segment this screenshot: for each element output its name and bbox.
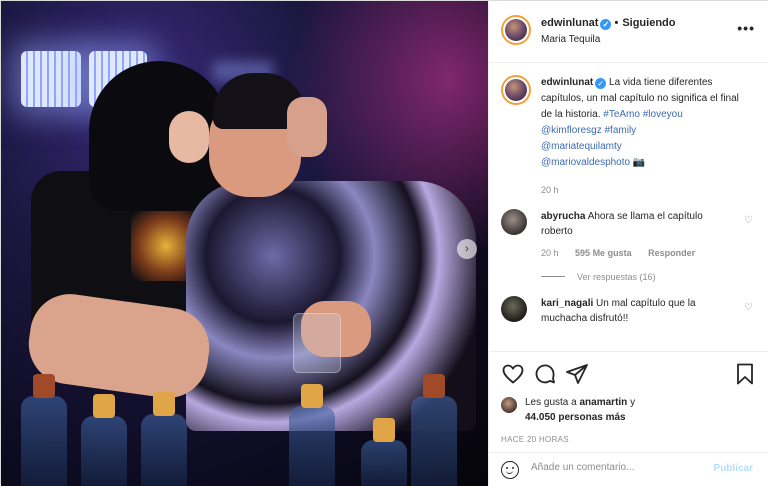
follow-status-button[interactable]: Siguiendo <box>622 17 675 29</box>
photo-bottle <box>289 406 335 486</box>
likes-conjunction: y <box>630 397 636 408</box>
likes-summary: Les gusta a anamartin y 44.050 personas … <box>501 395 757 444</box>
photo-bottle <box>21 396 67 486</box>
likes-count-button[interactable]: 44.050 personas más <box>525 412 626 423</box>
like-heart-icon[interactable] <box>501 362 525 386</box>
like-comment-heart-icon[interactable]: ♡ <box>744 215 753 226</box>
photo-bottle-cap <box>93 394 115 418</box>
hashtag-link[interactable]: #TeAmo <box>603 109 640 120</box>
post-photo[interactable]: › <box>1 1 488 486</box>
next-photo-arrow-icon[interactable]: › <box>457 239 477 259</box>
comment-item: kari_nagali Un mal capítulo que la mucha… <box>501 296 757 326</box>
mention-link[interactable]: @kimfloresgz <box>541 125 602 136</box>
photo-bottle <box>81 416 127 486</box>
hashtag-link[interactable]: #loveyou <box>643 109 683 120</box>
comment-meta: 20 h 595 Me gusta Responder <box>541 248 757 258</box>
view-replies-label: Ver respuestas (16) <box>577 272 656 282</box>
caption-time[interactable]: 20 h <box>541 185 757 195</box>
save-bookmark-icon[interactable] <box>733 362 757 386</box>
mention-link[interactable]: @mariatequilamty <box>541 141 622 152</box>
hashtag-link[interactable]: #family <box>605 125 637 136</box>
comment-input[interactable] <box>531 462 701 473</box>
author-line: edwinlunat ✓ • Siguiendo <box>541 17 675 30</box>
commenter-username[interactable]: abyrucha <box>541 211 585 222</box>
mention-link[interactable]: @mariovaldesphoto <box>541 157 630 168</box>
header-separator: • <box>614 17 619 29</box>
emoji-picker-icon[interactable] <box>501 461 519 479</box>
comment-text: kari_nagali Un mal capítulo que la mucha… <box>541 296 736 326</box>
photo-bottle-cap <box>373 418 395 442</box>
verified-badge-icon: ✓ <box>600 19 612 30</box>
likes-prefix: Les gusta a <box>525 397 577 408</box>
more-options-icon[interactable]: ••• <box>737 20 755 36</box>
replies-line <box>541 276 565 277</box>
photo-hand <box>287 97 327 157</box>
photo-bottle-cap <box>33 374 55 398</box>
liker-username[interactable]: anamartin <box>580 397 628 408</box>
post-actions-bar <box>489 351 768 395</box>
photo-bottle <box>141 414 187 486</box>
add-comment-bar: Publicar <box>489 452 768 486</box>
verified-badge-icon: ✓ <box>595 78 607 89</box>
photo-bottle-cap <box>153 392 175 416</box>
caption-avatar[interactable] <box>501 75 531 105</box>
photo-bottle-cap <box>301 384 323 408</box>
like-comment-heart-icon[interactable]: ♡ <box>744 302 753 313</box>
post-location[interactable]: Maria Tequila <box>541 34 600 45</box>
comments-section[interactable]: edwinlunat ✓ La vida tiene diferentes cap… <box>489 63 768 351</box>
instagram-post-modal: › edwinlunat ✓ • Siguiendo Maria Tequila ••… <box>0 0 768 486</box>
comment-bubble-icon[interactable] <box>533 362 557 386</box>
commenter-avatar[interactable] <box>501 209 527 235</box>
comment-item: abyrucha Ahora se llama el capítulo robe… <box>501 209 757 258</box>
liker-avatar[interactable] <box>501 397 517 413</box>
author-avatar[interactable] <box>501 15 531 45</box>
view-replies-button[interactable]: Ver respuestas (16) <box>541 272 757 282</box>
caption-username[interactable]: edwinlunat <box>541 77 593 88</box>
camera-icon: 📷 <box>632 157 646 168</box>
commenter-username[interactable]: kari_nagali <box>541 298 593 309</box>
publish-comment-button[interactable]: Publicar <box>714 463 753 474</box>
commenter-avatar[interactable] <box>501 296 527 322</box>
photo-bottle <box>411 396 457 486</box>
share-paper-plane-icon[interactable] <box>565 362 589 386</box>
comment-time[interactable]: 20 h <box>541 248 559 258</box>
photo-bottle <box>361 440 407 486</box>
photo-stage-light <box>21 51 81 107</box>
caption-text: edwinlunat ✓ La vida tiene diferentes cap… <box>541 75 746 171</box>
comment-text: abyrucha Ahora se llama el capítulo robe… <box>541 209 736 239</box>
comment-likes[interactable]: 595 Me gusta <box>575 248 632 258</box>
post-timestamp[interactable]: HACE 20 HORAS <box>501 435 757 444</box>
photo-woman-face <box>169 111 209 163</box>
likes-text: Les gusta a anamartin y 44.050 personas … <box>501 395 757 425</box>
photo-glass <box>293 313 341 373</box>
reply-button[interactable]: Responder <box>648 248 695 258</box>
post-header: edwinlunat ✓ • Siguiendo Maria Tequila ••• <box>489 1 768 63</box>
post-side-panel: edwinlunat ✓ • Siguiendo Maria Tequila ••• … <box>488 1 768 486</box>
photo-bottle-cap <box>423 374 445 398</box>
post-caption: edwinlunat ✓ La vida tiene diferentes cap… <box>501 63 757 195</box>
author-username[interactable]: edwinlunat <box>541 17 598 29</box>
